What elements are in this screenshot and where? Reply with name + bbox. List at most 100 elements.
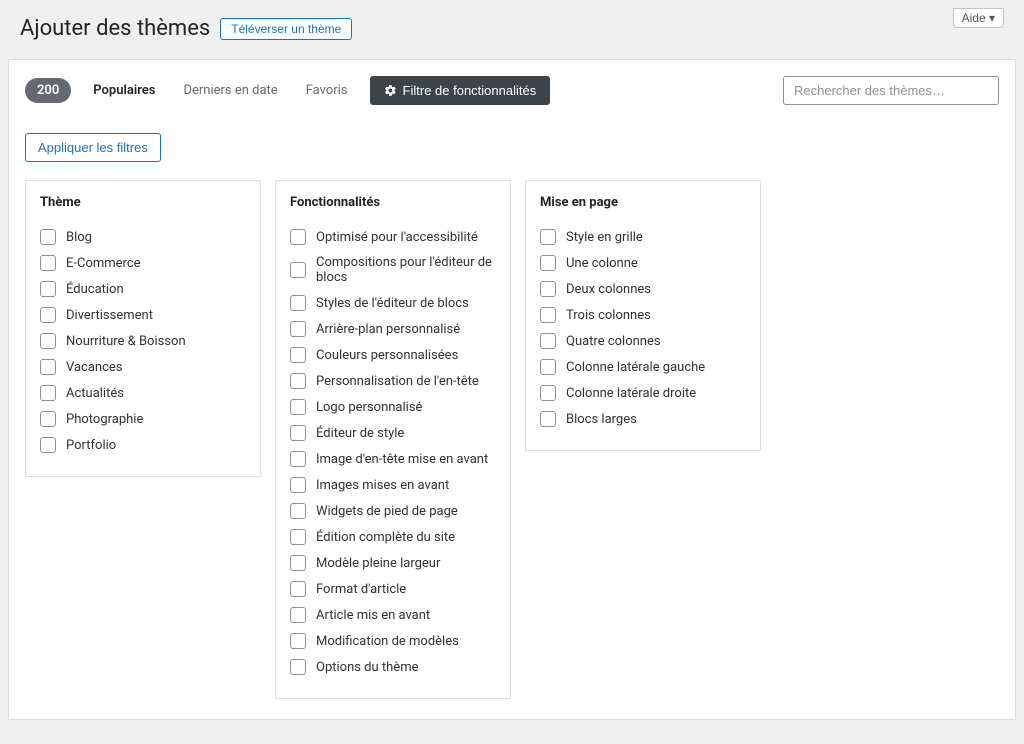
list-item[interactable]: Blocs larges: [540, 406, 746, 432]
checkbox[interactable]: [40, 255, 56, 271]
checkbox[interactable]: [40, 229, 56, 245]
list-item[interactable]: Styles de l'éditeur de blocs: [290, 290, 496, 316]
theme-count-pill: 200: [25, 78, 71, 103]
checkbox[interactable]: [290, 262, 306, 278]
list-item-label: Optimisé pour l'accessibilité: [316, 230, 478, 245]
checkbox[interactable]: [540, 229, 556, 245]
list-item-label: Trois colonnes: [566, 308, 651, 323]
checkbox[interactable]: [290, 607, 306, 623]
list-item[interactable]: Style en grille: [540, 224, 746, 250]
checkbox[interactable]: [290, 451, 306, 467]
checkbox[interactable]: [290, 581, 306, 597]
list-item[interactable]: Modification de modèles: [290, 628, 496, 654]
checkbox[interactable]: [290, 425, 306, 441]
checkbox[interactable]: [290, 373, 306, 389]
checkbox[interactable]: [290, 555, 306, 571]
list-item-label: Options du thème: [316, 660, 419, 675]
list-item[interactable]: Une colonne: [540, 250, 746, 276]
list-item[interactable]: Blog: [40, 224, 246, 250]
upload-theme-button[interactable]: Téléverser un thème: [220, 18, 352, 40]
list-item[interactable]: Nourriture & Boisson: [40, 328, 246, 354]
list-item-label: Couleurs personnalisées: [316, 348, 458, 363]
list-item-label: Format d'article: [316, 582, 406, 597]
list-item[interactable]: Article mis en avant: [290, 602, 496, 628]
checkbox[interactable]: [290, 321, 306, 337]
list-item[interactable]: Trois colonnes: [540, 302, 746, 328]
list-item[interactable]: Portfolio: [40, 432, 246, 458]
list-item[interactable]: Modèle pleine largeur: [290, 550, 496, 576]
tab-latest[interactable]: Derniers en date: [171, 77, 289, 104]
checkbox[interactable]: [540, 307, 556, 323]
search-input[interactable]: [783, 76, 999, 105]
list-item-label: Modèle pleine largeur: [316, 556, 440, 571]
list-item[interactable]: Couleurs personnalisées: [290, 342, 496, 368]
tab-favorites[interactable]: Favoris: [294, 77, 360, 104]
list-item-label: Styles de l'éditeur de blocs: [316, 296, 469, 311]
checkbox[interactable]: [40, 411, 56, 427]
list-item[interactable]: Actualités: [40, 380, 246, 406]
checkbox[interactable]: [290, 477, 306, 493]
list-item-label: Blog: [66, 230, 92, 245]
list-item[interactable]: Quatre colonnes: [540, 328, 746, 354]
list-item-label: Image d'en-tête mise en avant: [316, 452, 488, 467]
list-item[interactable]: Colonne latérale droite: [540, 380, 746, 406]
checkbox[interactable]: [540, 359, 556, 375]
list-item[interactable]: Deux colonnes: [540, 276, 746, 302]
list-item[interactable]: Widgets de pied de page: [290, 498, 496, 524]
column-theme-list: Blog E-CommerceÉducationDivertissement Nou…: [40, 224, 246, 458]
list-item[interactable]: Colonne latérale gauche: [540, 354, 746, 380]
checkbox[interactable]: [290, 347, 306, 363]
checkbox[interactable]: [540, 333, 556, 349]
checkbox[interactable]: [290, 399, 306, 415]
checkbox[interactable]: [290, 503, 306, 519]
checkbox[interactable]: [40, 359, 56, 375]
column-layout-list: Style en grilleUne colonne Deux colonnes T…: [540, 224, 746, 432]
checkbox[interactable]: [40, 307, 56, 323]
checkbox[interactable]: [290, 229, 306, 245]
list-item-label: Deux colonnes: [566, 282, 651, 297]
list-item[interactable]: Format d'article: [290, 576, 496, 602]
apply-filters-button[interactable]: Appliquer les filtres: [25, 133, 161, 162]
list-item[interactable]: Personnalisation de l'en-tête: [290, 368, 496, 394]
checkbox[interactable]: [290, 295, 306, 311]
list-item-label: Colonne latérale gauche: [566, 360, 705, 375]
checkbox[interactable]: [40, 385, 56, 401]
checkbox[interactable]: [540, 255, 556, 271]
list-item[interactable]: Logo personnalisé: [290, 394, 496, 420]
list-item-label: Éditeur de style: [316, 426, 404, 441]
feature-filter-button[interactable]: Filtre de fonctionnalités: [370, 76, 551, 105]
list-item[interactable]: Images mises en avant: [290, 472, 496, 498]
list-item-label: Nourriture & Boisson: [66, 334, 186, 349]
list-item[interactable]: Édition complète du site: [290, 524, 496, 550]
list-item[interactable]: E-Commerce: [40, 250, 246, 276]
list-item[interactable]: Divertissement: [40, 302, 246, 328]
help-button[interactable]: Aide ▾: [953, 8, 1004, 28]
column-features-list: Optimisé pour l'accessibilité Composition…: [290, 224, 496, 680]
checkbox[interactable]: [540, 281, 556, 297]
checkbox[interactable]: [290, 659, 306, 675]
list-item-label: Quatre colonnes: [566, 334, 661, 349]
list-item-label: Actualités: [66, 386, 124, 401]
list-item[interactable]: Optimisé pour l'accessibilité: [290, 224, 496, 250]
search-box: [783, 76, 999, 105]
column-layout: Mise en page Style en grilleUne colonneD…: [525, 180, 761, 451]
list-item[interactable]: Photographie: [40, 406, 246, 432]
list-item[interactable]: Options du thème: [290, 654, 496, 680]
checkbox[interactable]: [540, 411, 556, 427]
checkbox[interactable]: [290, 633, 306, 649]
list-item[interactable]: Vacances: [40, 354, 246, 380]
checkbox[interactable]: [540, 385, 556, 401]
checkbox[interactable]: [40, 281, 56, 297]
filter-columns: Thème BlogE-CommerceÉducationDivertissem…: [25, 180, 999, 699]
checkbox[interactable]: [290, 529, 306, 545]
checkbox[interactable]: [40, 437, 56, 453]
list-item[interactable]: Image d'en-tête mise en avant: [290, 446, 496, 472]
list-item-label: Blocs larges: [566, 412, 637, 427]
list-item[interactable]: Éditeur de style: [290, 420, 496, 446]
list-item[interactable]: Éducation: [40, 276, 246, 302]
list-item[interactable]: Arrière-plan personnalisé: [290, 316, 496, 342]
checkbox[interactable]: [40, 333, 56, 349]
tab-popular[interactable]: Populaires: [81, 77, 167, 104]
column-features-title: Fonctionnalités: [290, 195, 496, 210]
list-item[interactable]: Compositions pour l'éditeur de blocs: [290, 250, 496, 290]
